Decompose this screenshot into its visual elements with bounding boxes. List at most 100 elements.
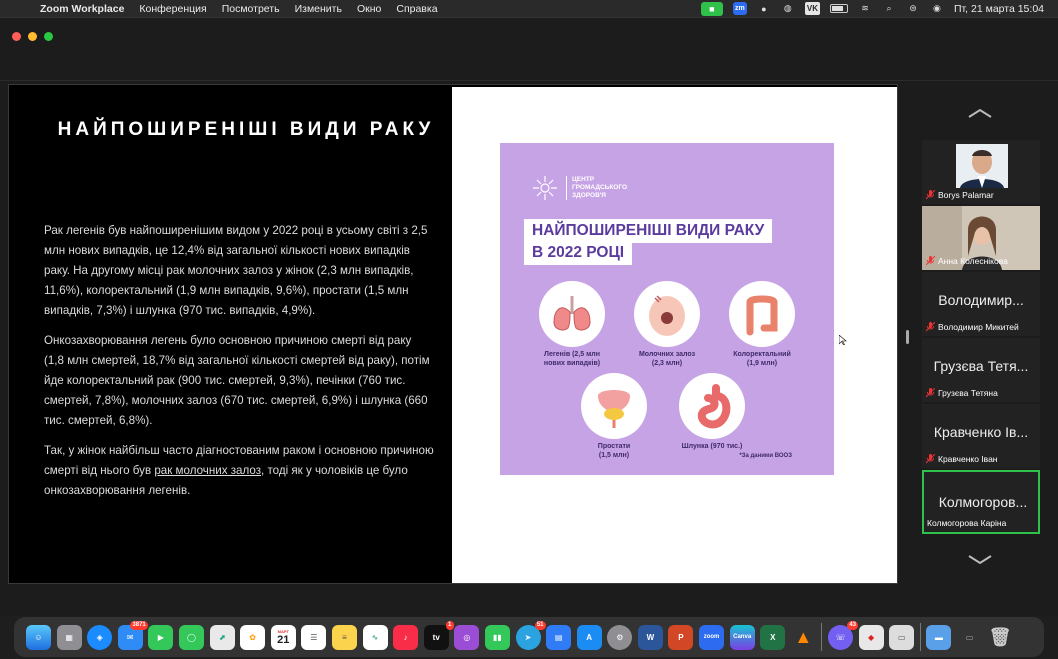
battery-icon[interactable] (829, 4, 848, 13)
participant-tile-anna[interactable]: Анна Колеснікова (922, 206, 1040, 270)
telegram-icon[interactable]: ➤ 51 (515, 620, 546, 650)
telegram-badge: 51 (534, 620, 546, 630)
slide-body: Рак легенів був найпоширенішим видом у 2… (44, 221, 434, 511)
vk-icon[interactable]: VK (804, 2, 820, 15)
organ-breast: Молочних залоз (2,3 млн) (628, 281, 706, 368)
gallery-down-chevron-icon[interactable] (966, 554, 994, 566)
notes-icon[interactable]: ≡ (331, 624, 357, 650)
poster-source-note: *За даними ВООЗ (739, 453, 792, 459)
facetime-icon[interactable]: ▶ (148, 624, 174, 650)
zoom-icon[interactable]: zoom (699, 624, 725, 650)
titlebar-divider (0, 80, 1058, 81)
menu-help[interactable]: Справка (396, 3, 437, 15)
participant-tile-karina-speaking[interactable]: Колмогоров... Колмогорова Каріна (922, 470, 1040, 534)
reminders-icon[interactable]: ☰ (301, 624, 327, 650)
wechat-icon[interactable]: ◍ (781, 2, 795, 15)
participant-display-name: Кравченко Ів... (933, 424, 1029, 440)
participant-name: Анна Колеснікова (938, 256, 1008, 266)
slide-link-breast-cancer[interactable]: рак молочних залоз (154, 464, 261, 477)
apple-tv-icon[interactable]: tv 1 (423, 620, 454, 650)
prostate-icon (581, 373, 647, 439)
launchpad-icon[interactable]: ▦ (56, 624, 82, 650)
slide-paragraph-2: Онкозахворювання легень було основною пр… (44, 334, 430, 427)
participant-name: Кравченко Іван (938, 454, 998, 464)
viber-badge: 43 (847, 620, 859, 630)
poster-heading: НАЙПОШИРЕНІШІ ВИДИ РАКУ (524, 219, 773, 243)
menu-conference[interactable]: Конференция (139, 3, 206, 15)
app-store-icon[interactable]: A (576, 624, 602, 650)
wifi-icon[interactable]: ≋ (858, 2, 872, 15)
mic-muted-icon (926, 454, 935, 464)
organ-stomach: Шлунка (970 тис.) (672, 373, 752, 451)
maps-icon[interactable]: ⬈ (209, 624, 235, 650)
system-settings-icon[interactable]: ⚙ (607, 624, 633, 650)
keynote-icon[interactable]: ▤ (546, 624, 572, 650)
notification-icon[interactable]: ● (757, 2, 771, 15)
poster-subheading: В 2022 РОЦІ (524, 241, 633, 265)
vlc-icon[interactable]: ▲ (791, 625, 816, 650)
participant-name: Borys Palamar (938, 190, 994, 200)
menu-clock[interactable]: Пт, 21 марта 15:04 (954, 3, 1044, 15)
canva-icon[interactable]: Canva (729, 624, 755, 650)
trash-icon[interactable]: 🗑 (988, 625, 1013, 650)
mic-muted-icon (926, 190, 935, 200)
slide-right-panel: ЦЕНТР ГРОМАДСЬКОГО ЗДОРОВ'Я НАЙПОШИРЕНІШ… (452, 87, 897, 583)
mail-badge: 3871 (130, 620, 148, 630)
menu-view[interactable]: Посмотреть (222, 3, 280, 15)
mail-icon[interactable]: ✉ 3871 (117, 620, 148, 650)
excel-icon[interactable]: X (760, 624, 786, 650)
participant-name: Колмогорова Каріна (927, 518, 1007, 528)
recent-documents-icon[interactable]: ▭ (957, 624, 982, 650)
menu-edit[interactable]: Изменить (295, 3, 342, 15)
participant-tile-tetiana[interactable]: Грузєва Тетя... Грузєва Тетяна (922, 338, 1040, 402)
mic-muted-icon (926, 388, 935, 398)
finder-icon[interactable]: ☺ (26, 624, 51, 650)
downloads-folder-icon[interactable]: ▬ (926, 624, 952, 650)
zoom-window: НАЙПОШИРЕНІШІ ВИДИ РАКУ Рак легенів був … (0, 17, 1058, 615)
control-center-icon[interactable]: ⊜ (906, 2, 920, 15)
gallery-up-chevron-icon[interactable] (966, 107, 994, 119)
anydesk-icon[interactable]: ◆ (858, 624, 884, 650)
calendar-icon[interactable]: МАРТ 21 (270, 624, 296, 650)
photos-icon[interactable]: ✿ (240, 624, 266, 650)
share-resize-handle[interactable] (906, 330, 909, 344)
music-icon[interactable]: ♪ (393, 624, 419, 650)
mic-muted-icon (926, 322, 935, 332)
menu-app-name[interactable]: Zoom Workplace (40, 3, 124, 15)
participant-display-name: Володимир... (938, 292, 1024, 308)
close-window-button[interactable] (12, 32, 21, 41)
messages-icon[interactable]: ◯ (178, 624, 204, 650)
slide-left-panel: НАЙПОШИРЕНІШІ ВИДИ РАКУ Рак легенів був … (11, 87, 455, 583)
phc-logo: ЦЕНТР ГРОМАДСЬКОГО ЗДОРОВ'Я (530, 173, 627, 203)
podcasts-icon[interactable]: ◎ (454, 624, 480, 650)
participant-name: Володимир Микитей (938, 322, 1019, 332)
participant-video (956, 144, 1008, 188)
powerpoint-icon[interactable]: P (668, 624, 694, 650)
safari-icon[interactable]: ◈ (87, 624, 113, 650)
screenshot-preview-icon[interactable]: ▭ (889, 624, 915, 650)
participant-tile-ivan[interactable]: Кравченко Ів... Кравченко Іван (922, 404, 1040, 468)
participant-display-name: Грузєва Тетя... (933, 358, 1029, 374)
participant-name: Грузєва Тетяна (938, 388, 998, 398)
menu-window[interactable]: Окно (357, 3, 381, 15)
macos-dock: ☺ ▦ ◈ ✉ 3871 ▶ ◯ ⬈ ✿ МАРТ 21 ☰ ≡ ∿ ♪ tv 1 ◎… (14, 617, 1044, 657)
video-camera-icon[interactable]: ■ (700, 1, 723, 16)
zoom-status-icon[interactable]: zm (732, 2, 747, 15)
mouse-cursor-icon (839, 335, 847, 345)
participants-gallery: Borys Palamar Анна Колеснікова Володимир… (922, 140, 1040, 536)
participant-tile-borys[interactable]: Borys Palamar (922, 140, 1040, 204)
numbers-icon[interactable]: ▮▮ (484, 624, 510, 650)
viber-icon[interactable]: ☏ 43 (828, 620, 859, 650)
search-icon[interactable]: ⌕ (882, 2, 896, 15)
freeform-icon[interactable]: ∿ (362, 624, 388, 650)
participant-tile-volodymyr[interactable]: Володимир... Володимир Микитей (922, 272, 1040, 336)
minimize-window-button[interactable] (28, 32, 37, 41)
mic-muted-icon (926, 256, 935, 266)
siri-icon[interactable]: ◉ (930, 2, 944, 15)
shared-screen[interactable]: НАЙПОШИРЕНІШІ ВИДИ РАКУ Рак легенів був … (8, 84, 898, 584)
organ-lungs: Легенів (2,5 млн нових випадків) (532, 281, 612, 368)
slide-paragraph-1: Рак легенів був найпоширенішим видом у 2… (44, 224, 428, 317)
maximize-window-button[interactable] (44, 32, 53, 41)
word-icon[interactable]: W (637, 624, 663, 650)
slide-title: НАЙПОШИРЕНІШІ ВИДИ РАКУ (57, 119, 435, 140)
